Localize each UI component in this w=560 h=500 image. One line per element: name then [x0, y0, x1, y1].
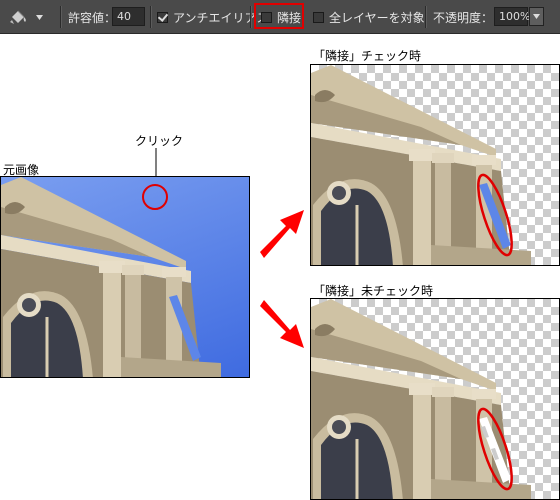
chevron-down-icon [36, 14, 43, 20]
contiguous-checked-label: 「隣接」チェック時 [313, 49, 422, 63]
building-illustration [1, 177, 221, 377]
result-contiguous-checked-image [310, 64, 560, 266]
opacity-label: 不透明度： [433, 10, 494, 25]
all-layers-checkbox[interactable]: 全レイヤーを対象 [313, 0, 425, 34]
toolbar-divider [425, 6, 427, 28]
building-illustration [311, 299, 531, 499]
arrow-up-right-icon [260, 210, 304, 258]
toolbar-divider [60, 6, 62, 28]
original-image [0, 176, 250, 378]
result-contiguous-unchecked-image [310, 298, 560, 500]
options-bar: 許容値： 40 アンチエイリアス 隣接 全レイヤーを対象 不透明度： 100% [0, 0, 560, 34]
click-label: クリック [135, 134, 184, 148]
contiguous-highlight-box [254, 3, 304, 29]
building-illustration [311, 65, 531, 265]
tool-preset-picker[interactable] [8, 5, 54, 29]
checkbox-checked-icon [157, 11, 168, 23]
paint-bucket-icon [10, 10, 26, 24]
opacity-input[interactable]: 100% [494, 7, 530, 26]
chevron-down-icon [533, 14, 540, 19]
click-point-circle [142, 184, 168, 210]
tolerance-label: 許容値： [68, 10, 117, 25]
toolbar-divider [150, 6, 152, 28]
opacity-slider-button[interactable] [529, 7, 544, 26]
checkbox-unchecked-icon [313, 11, 324, 23]
all-layers-label: 全レイヤーを対象 [329, 10, 425, 25]
tolerance-input[interactable]: 40 [112, 7, 145, 26]
toolbar-divider [250, 6, 252, 28]
arrow-down-right-icon [260, 300, 304, 348]
contiguous-unchecked-label: 「隣接」未チェック時 [313, 284, 434, 298]
